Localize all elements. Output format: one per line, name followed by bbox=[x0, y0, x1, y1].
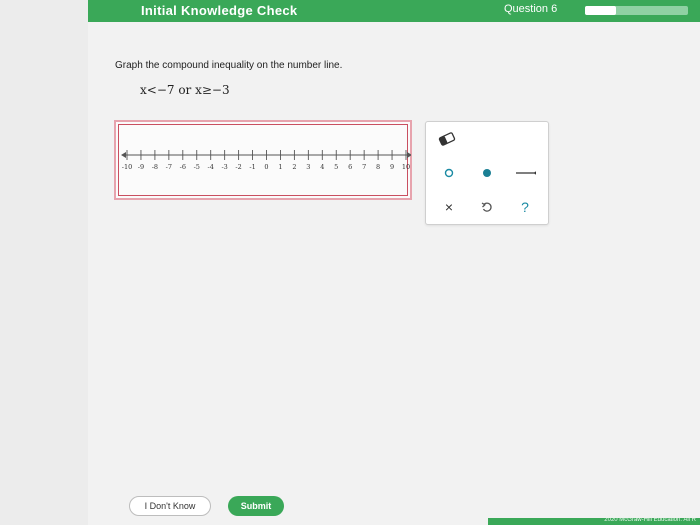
number-line-tick-label: 3 bbox=[306, 163, 310, 171]
clear-button[interactable]: × bbox=[438, 196, 460, 218]
number-line-graph-area[interactable]: -10 -9 -8 -7 -6 -5 -4 -3 -2 -1 0 1 2 3 4 5 6 7 8 9 10 bbox=[114, 120, 412, 200]
number-line-tick-label: -6 bbox=[180, 163, 186, 171]
segment-tool[interactable] bbox=[514, 162, 536, 184]
undo-icon bbox=[481, 202, 492, 212]
question-number: Question 6 bbox=[504, 3, 558, 15]
progress-bar bbox=[585, 6, 688, 15]
dont-know-button[interactable]: I Don't Know bbox=[129, 496, 211, 516]
number-line-arrow-left bbox=[121, 152, 126, 158]
number-line[interactable]: -10 -9 -8 -7 -6 -5 -4 -3 -2 -1 0 1 2 3 4 5 6 7 8 9 10 bbox=[119, 125, 411, 199]
number-line-tick-label: 9 bbox=[390, 163, 394, 171]
undo-button[interactable] bbox=[476, 196, 498, 218]
open-circle-icon bbox=[444, 168, 454, 178]
progress-fill bbox=[585, 6, 616, 15]
number-line-tick-label: 6 bbox=[348, 163, 352, 171]
number-line-tick-label: 8 bbox=[376, 163, 380, 171]
number-line-tick-label: -7 bbox=[166, 163, 172, 171]
submit-button[interactable]: Submit bbox=[228, 496, 284, 516]
number-line-tick-label: 0 bbox=[264, 163, 268, 171]
number-line-tick-label: -10 bbox=[122, 163, 132, 171]
question-prompt: Graph the compound inequality on the num… bbox=[115, 60, 343, 71]
number-line-tick-label: -2 bbox=[235, 163, 241, 171]
number-line-tick-label: -9 bbox=[138, 163, 144, 171]
number-line-frame: -10 -9 -8 -7 -6 -5 -4 -3 -2 -1 0 1 2 3 4 5 6 7 8 9 10 bbox=[118, 124, 411, 199]
open-point-tool[interactable] bbox=[438, 162, 460, 184]
number-line-tick-label: -3 bbox=[221, 163, 227, 171]
segment-icon bbox=[516, 171, 536, 175]
number-line-tick-label: -1 bbox=[249, 163, 255, 171]
eraser-icon bbox=[438, 132, 456, 146]
inequality-expression: x<−7 or x≥−3 bbox=[140, 83, 230, 97]
number-line-tick-label: 7 bbox=[362, 163, 366, 171]
number-line-arrow-right bbox=[407, 152, 411, 158]
copyright-text: 2020 McGraw-Hill Education. All R bbox=[604, 517, 696, 523]
closed-circle-icon bbox=[483, 169, 491, 177]
help-button[interactable]: ? bbox=[514, 196, 536, 218]
graph-tool-panel: × ? bbox=[425, 121, 549, 225]
number-line-tick-label: 1 bbox=[278, 163, 282, 171]
number-line-tick-label: -4 bbox=[208, 163, 214, 171]
question-area: Graph the compound inequality on the num… bbox=[88, 22, 700, 525]
number-line-tick-label: 2 bbox=[292, 163, 296, 171]
eraser-tool[interactable] bbox=[436, 128, 458, 150]
closed-point-tool[interactable] bbox=[476, 162, 498, 184]
number-line-tick-label: -8 bbox=[152, 163, 158, 171]
number-line-tick-label: 10 bbox=[402, 163, 410, 171]
number-line-tick-label: 4 bbox=[320, 163, 324, 171]
footer-bar: 2020 McGraw-Hill Education. All R bbox=[488, 517, 700, 525]
app-title: Initial Knowledge Check bbox=[141, 3, 298, 18]
number-line-tick-label: -5 bbox=[194, 163, 200, 171]
number-line-tick-label: 5 bbox=[334, 163, 338, 171]
top-bar: Initial Knowledge Check Question 6 bbox=[88, 0, 700, 22]
